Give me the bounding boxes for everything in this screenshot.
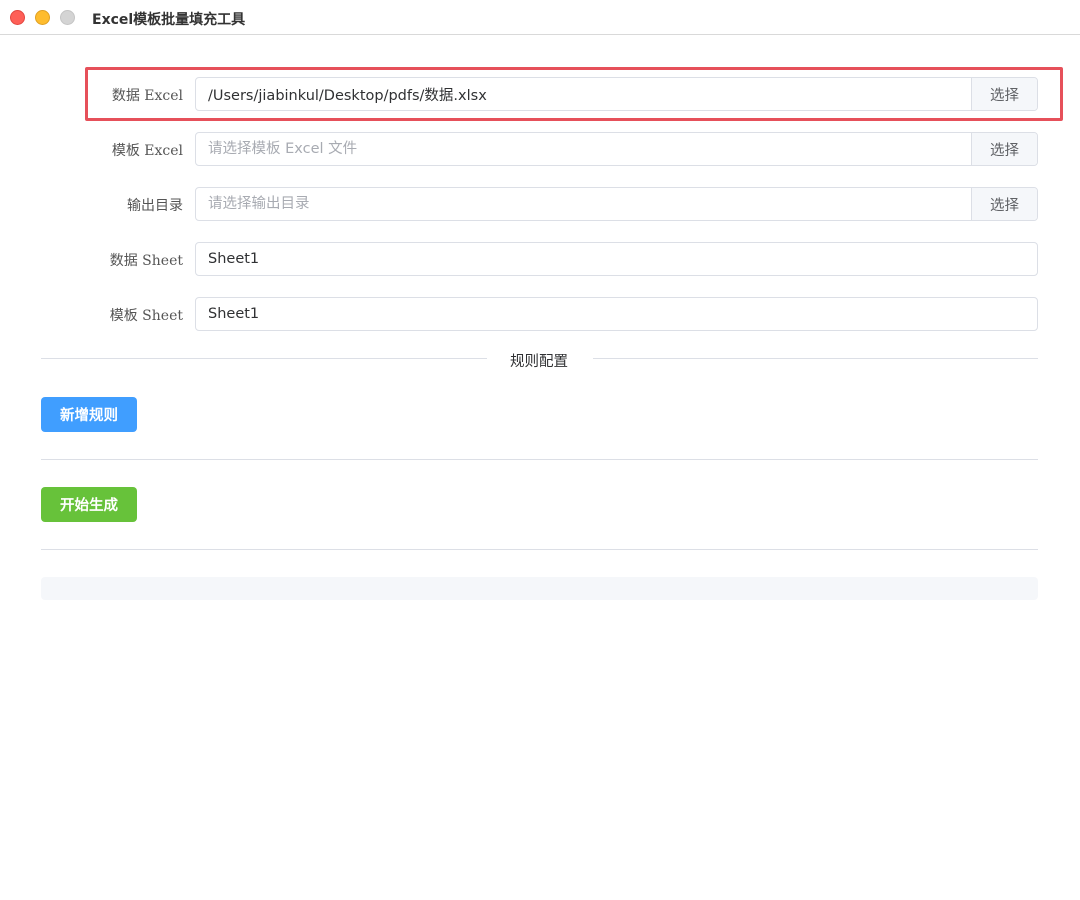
template-excel-select-button[interactable]: 选择 [971,133,1037,165]
window-title: Excel模板批量填充工具 [92,12,246,28]
close-window-button[interactable] [10,10,25,25]
progress-bar [41,577,1038,600]
app-window: Excel模板批量填充工具 数据 Excel 选择 模板 Excel 选择 输出… [0,0,1080,900]
highlight-annotation [85,67,1063,121]
template-excel-row: 模板 Excel 选择 [0,132,1080,166]
output-dir-select-button[interactable]: 选择 [971,188,1037,220]
data-sheet-input[interactable] [196,243,1037,275]
start-generate-button[interactable]: 开始生成 [41,487,137,522]
template-excel-field: 选择 [195,132,1038,166]
section-divider [41,549,1038,550]
template-excel-label: 模板 Excel [111,143,183,159]
data-sheet-row: 数据 Sheet [0,242,1080,276]
template-sheet-field [195,297,1038,331]
rules-divider-left [41,358,487,359]
add-rule-button[interactable]: 新增规则 [41,397,137,432]
data-sheet-field [195,242,1038,276]
titlebar: Excel模板批量填充工具 [0,0,1080,35]
section-divider [41,459,1038,460]
template-excel-input[interactable] [196,133,972,165]
template-sheet-input[interactable] [196,298,1037,330]
output-dir-label: 输出目录 [127,198,183,214]
template-sheet-row: 模板 Sheet [0,297,1080,331]
rules-divider-label: 规则配置 [510,354,568,370]
maximize-window-button[interactable] [60,10,75,25]
output-dir-row: 输出目录 选择 [0,187,1080,221]
output-dir-input[interactable] [196,188,972,220]
output-dir-field: 选择 [195,187,1038,221]
template-sheet-label: 模板 Sheet [109,308,183,324]
minimize-window-button[interactable] [35,10,50,25]
rules-divider-right [593,358,1038,359]
data-sheet-label: 数据 Sheet [109,253,183,269]
